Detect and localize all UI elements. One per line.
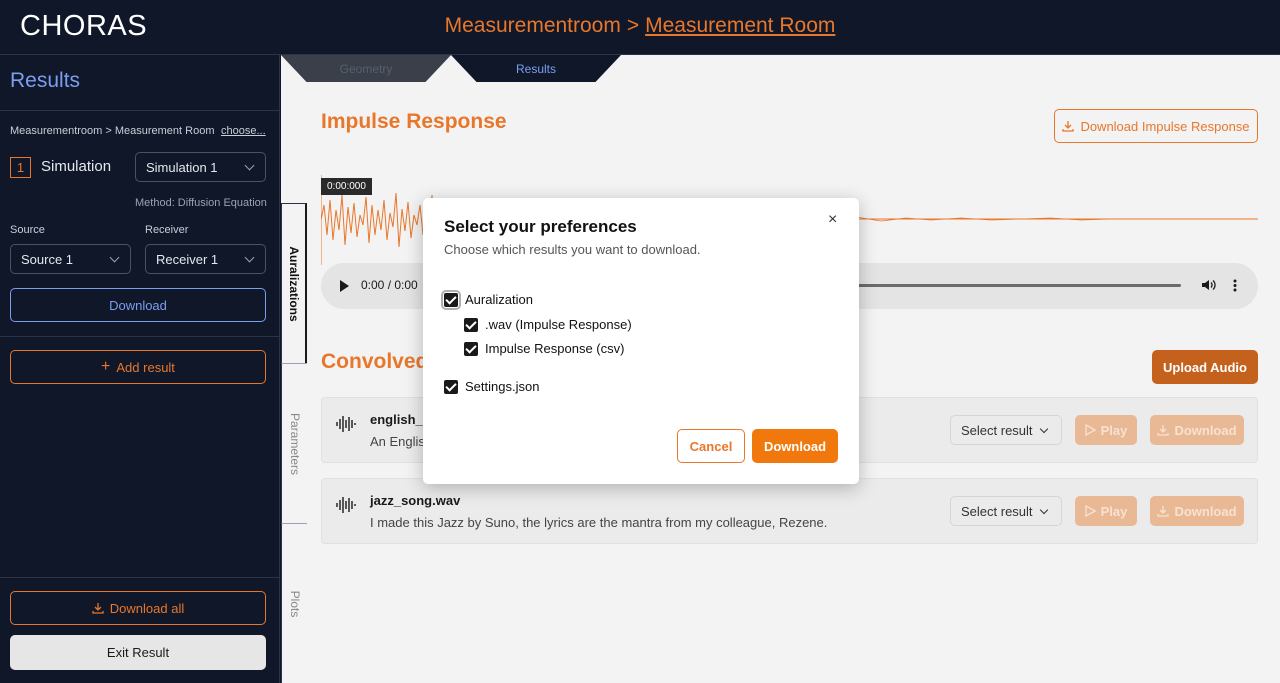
wav-impulse-response-label: .wav (Impulse Response) bbox=[485, 317, 632, 332]
close-icon[interactable]: × bbox=[828, 211, 837, 229]
auralization-label: Auralization bbox=[465, 292, 533, 307]
checkbox-checked-icon bbox=[464, 341, 478, 356]
cancel-button[interactable]: Cancel bbox=[677, 429, 745, 463]
settings-json-label: Settings.json bbox=[465, 379, 540, 394]
impulse-response-csv-checkbox[interactable]: Impulse Response (csv) bbox=[464, 341, 624, 356]
auralization-checkbox[interactable]: Auralization bbox=[441, 289, 533, 310]
impulse-response-csv-label: Impulse Response (csv) bbox=[485, 341, 625, 356]
checkbox-checked-icon bbox=[464, 317, 478, 332]
checkbox-checked-icon bbox=[441, 289, 461, 310]
modal-subtitle: Choose which results you want to downloa… bbox=[444, 242, 701, 257]
modal-title: Select your preferences bbox=[444, 217, 637, 236]
wav-impulse-response-checkbox[interactable]: .wav (Impulse Response) bbox=[464, 317, 632, 332]
checkbox-checked-icon bbox=[444, 379, 458, 394]
settings-json-checkbox[interactable]: Settings.json bbox=[444, 379, 539, 394]
download-preferences-modal: Select your preferences Choose which res… bbox=[423, 198, 859, 484]
modal-download-button[interactable]: Download bbox=[752, 429, 838, 463]
